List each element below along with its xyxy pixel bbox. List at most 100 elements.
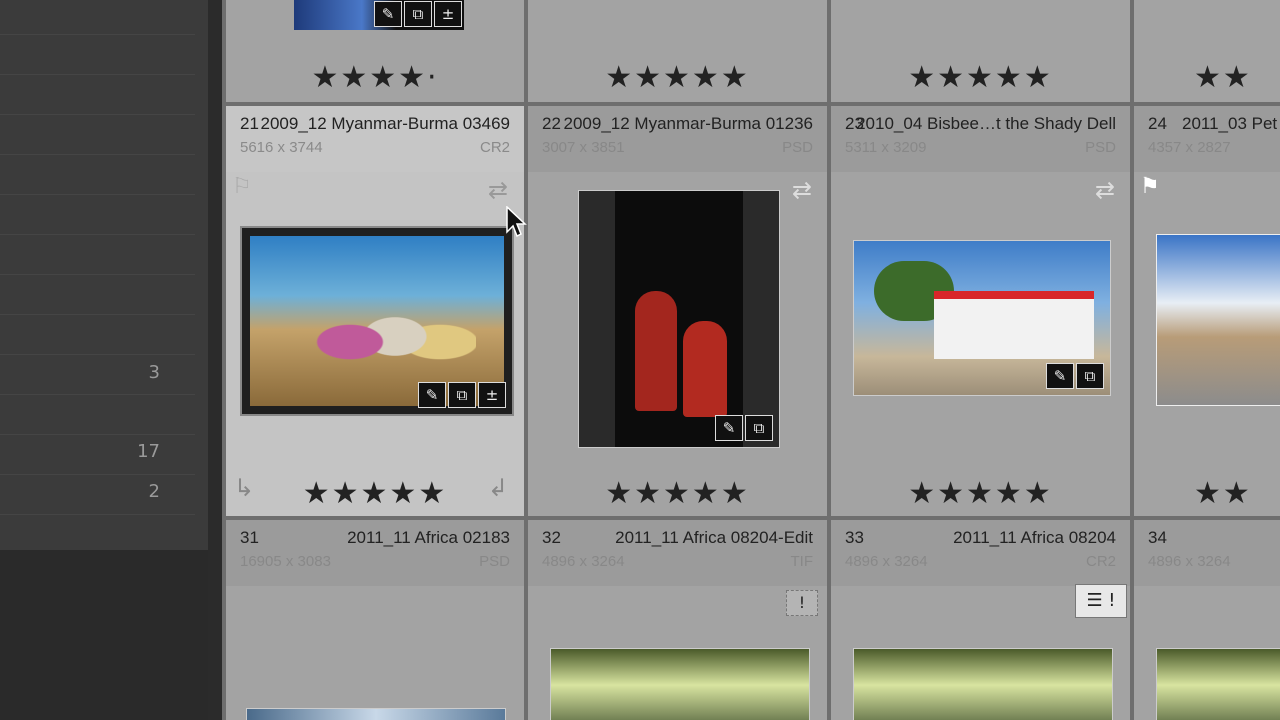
star-rating[interactable]: ★★★★★ [226, 476, 524, 512]
flag-icon[interactable]: ⚑ [1140, 174, 1160, 199]
tag-icon[interactable]: ✎ [1046, 363, 1074, 389]
star-rating[interactable]: ★★★★· [226, 60, 524, 96]
file-extension: PSD [479, 553, 510, 570]
grid-cell[interactable]: 23 2010_04 Bisbee…t the Shady Dell 5311 … [831, 106, 1130, 516]
collection-count[interactable]: 17 [137, 441, 160, 462]
cell-header: 31 2011_11 Africa 02183 16905 x 3083 PSD [226, 520, 524, 586]
photo-thumbnail[interactable] [853, 648, 1113, 720]
image-dimensions: 3007 x 3851 [542, 139, 625, 156]
crop-icon[interactable]: ⧉ [745, 415, 773, 441]
file-extension: TIF [790, 553, 814, 570]
image-dimensions: 4896 x 3264 [542, 553, 625, 570]
rotate-right-icon[interactable]: ↲ [488, 474, 508, 502]
star-rating[interactable]: ★★ [1194, 476, 1280, 512]
rotate-icon[interactable]: ⇄ [1095, 176, 1115, 204]
collection-count[interactable]: 3 [149, 362, 160, 383]
grid-cell[interactable]: 31 2011_11 Africa 02183 16905 x 3083 PSD [226, 520, 524, 720]
grid-cell[interactable]: 22 2009_12 Myanmar-Burma 01236 3007 x 38… [528, 106, 827, 516]
photo-thumbnail[interactable] [246, 708, 506, 720]
index-number: 32 [542, 528, 561, 547]
list-divider [0, 314, 195, 315]
file-name: 2011_03 Pet [1182, 114, 1278, 133]
collection-count[interactable]: 2 [149, 481, 160, 502]
image-dimensions: 5311 x 3209 [845, 139, 927, 156]
file-name: 2010_04 Bisbee…t the Shady Dell [856, 114, 1116, 133]
crop-icon[interactable]: ⧉ [404, 1, 432, 27]
cell-header: 22 2009_12 Myanmar-Burma 01236 3007 x 38… [528, 106, 827, 172]
grid-cell[interactable]: ★★★★★ [831, 0, 1130, 102]
index-number: 31 [240, 528, 259, 547]
grid-cell[interactable]: 32 2011_11 Africa 08204-Edit 4896 x 3264… [528, 520, 827, 720]
star-rating[interactable]: ★★★★★ [831, 476, 1130, 512]
photo-thumbnail[interactable]: ✎ ⧉ [578, 190, 780, 448]
file-extension: CR2 [479, 139, 510, 156]
crop-icon[interactable]: ⧉ [1076, 363, 1104, 389]
tag-icon[interactable]: ✎ [715, 415, 743, 441]
star-rating[interactable]: ★★★★★ [528, 476, 827, 512]
file-name: 2009_12 Myanmar-Burma 01236 [563, 114, 813, 133]
left-panel-list: 3 17 2 [0, 0, 209, 550]
list-divider [0, 354, 195, 355]
crop-icon[interactable]: ⧉ [448, 382, 476, 408]
list-divider [0, 114, 195, 115]
photo-image [579, 191, 779, 447]
image-dimensions: 4357 x 2827 [1148, 139, 1231, 156]
grid-cell[interactable]: ★★ [1134, 0, 1280, 102]
develop-adjust-icon[interactable]: ± [478, 382, 506, 408]
stack-icon[interactable]: ☰ ! [1075, 584, 1127, 618]
index-number: 21 [240, 114, 259, 133]
cell-header: 32 2011_11 Africa 08204-Edit 4896 x 3264… [528, 520, 827, 586]
star-rating[interactable]: ★★★★★ [528, 60, 827, 96]
index-number: 33 [845, 528, 864, 547]
warning-icon[interactable]: ! [786, 590, 818, 616]
file-name: 2009_12 Myanmar-Burma 03469 [260, 114, 510, 133]
left-panel: 3 17 2 [0, 0, 222, 720]
list-divider [0, 474, 195, 475]
file-extension: CR2 [1085, 553, 1116, 570]
file-name: 2011_11 Africa 08204-Edit [615, 528, 813, 547]
index-number: 22 [542, 114, 561, 133]
image-dimensions: 5616 x 3744 [240, 139, 323, 156]
cell-header: 33 2011_11 Africa 08204 4896 x 3264 CR2 [831, 520, 1130, 586]
grid-cell[interactable]: 24 2011_03 Pet 4357 x 2827 ⚑ ★★ [1134, 106, 1280, 516]
list-divider [0, 274, 195, 275]
mouse-cursor-icon [506, 206, 527, 238]
list-divider [0, 154, 195, 155]
photo-thumbnail[interactable] [1156, 648, 1280, 720]
photo-image [1157, 235, 1280, 405]
photo-thumbnail[interactable]: ✎ ⧉ ± [240, 226, 514, 416]
grid-cell[interactable]: ✎ ⧉ ± ★★★★· [226, 0, 524, 102]
photo-thumbnail[interactable] [550, 648, 810, 720]
tag-icon[interactable]: ✎ [418, 382, 446, 408]
list-divider [0, 434, 195, 435]
list-divider [0, 194, 195, 195]
photo-image [250, 236, 504, 406]
cell-header: 24 2011_03 Pet 4357 x 2827 [1134, 106, 1280, 172]
list-divider [0, 394, 195, 395]
star-rating[interactable]: ★★★★★ [831, 60, 1130, 96]
star-rating[interactable]: ★★ [1194, 60, 1280, 96]
image-dimensions: 4896 x 3264 [1148, 553, 1231, 570]
photo-thumbnail[interactable] [1156, 234, 1280, 406]
grid-cell[interactable]: ★★★★★ [528, 0, 827, 102]
photo-thumbnail[interactable]: ✎ ⧉ [853, 240, 1111, 396]
index-number: 34 [1148, 528, 1167, 547]
grid-cell-selected[interactable]: 21 2009_12 Myanmar-Burma 03469 5616 x 37… [226, 106, 524, 516]
grid-cell[interactable]: 33 2011_11 Africa 08204 4896 x 3264 CR2 … [831, 520, 1130, 720]
panel-divider[interactable] [208, 0, 222, 720]
tag-icon[interactable]: ✎ [374, 1, 402, 27]
cell-header: 23 2010_04 Bisbee…t the Shady Dell 5311 … [831, 106, 1130, 172]
rotate-icon[interactable]: ⇄ [488, 176, 508, 204]
file-extension: PSD [1085, 139, 1116, 156]
file-name: 2011_11 Africa 08204 [953, 528, 1116, 547]
develop-adjust-icon[interactable]: ± [434, 1, 462, 27]
flag-icon[interactable]: ⚐ [232, 174, 252, 199]
rotate-icon[interactable]: ⇄ [792, 176, 812, 204]
photo-thumbnail[interactable]: ✎ ⧉ ± [294, 0, 464, 30]
image-dimensions: 16905 x 3083 [240, 553, 331, 570]
image-dimensions: 4896 x 3264 [845, 553, 928, 570]
grid-cell[interactable]: 34 4896 x 3264 [1134, 520, 1280, 720]
cell-header: 34 4896 x 3264 [1134, 520, 1280, 586]
file-name: 2011_11 Africa 02183 [347, 528, 510, 547]
list-divider [0, 514, 195, 515]
